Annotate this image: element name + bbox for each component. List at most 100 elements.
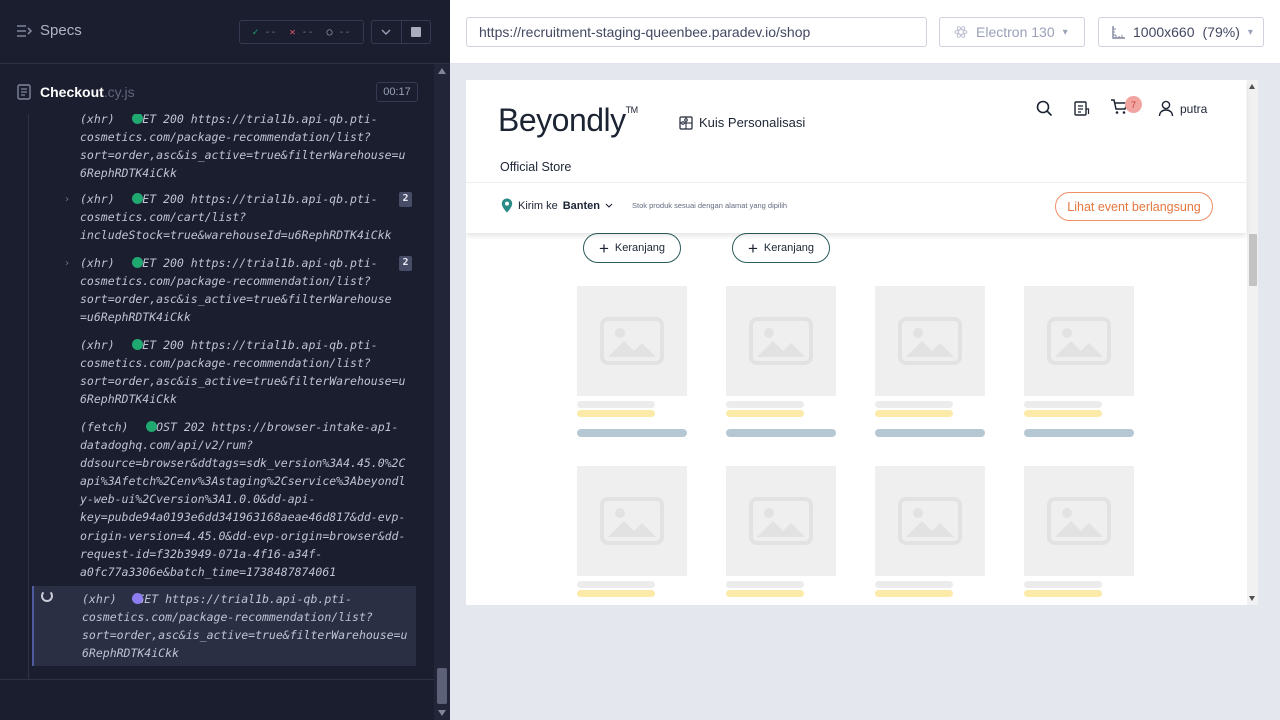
skeleton-line (875, 401, 953, 408)
product-card-skeleton (875, 466, 985, 597)
viewport-size: 1000x660 (1133, 24, 1195, 40)
log-entry[interactable]: › (xhr) GET 200 https://trial1b.api-qb.p… (32, 190, 416, 246)
skeleton-line (577, 401, 655, 408)
scroll-down-icon[interactable] (438, 710, 446, 716)
skeleton-line (726, 590, 804, 597)
runner-toolbar: Specs ✓ -- ✕ -- ○ -- (0, 0, 450, 64)
official-store-link[interactable]: Official Store (500, 160, 571, 174)
browser-selector[interactable]: Electron 130 ▾ (939, 17, 1085, 47)
loading-spinner-icon (41, 590, 53, 602)
product-card-skeleton (726, 286, 836, 437)
add-to-cart-label: Keranjang (763, 242, 815, 254)
expand-caret-icon[interactable]: › (64, 191, 70, 209)
image-placeholder-icon (875, 466, 985, 576)
image-placeholder-icon (1024, 466, 1134, 576)
status-dot-success-icon (132, 257, 143, 268)
specs-button[interactable]: Specs (16, 22, 82, 39)
image-placeholder-icon (577, 466, 687, 576)
log-entry-text: (xhr) GET 200 https://trial1b.api-qb.pti… (80, 256, 392, 325)
failed-stat: ✕ -- (289, 26, 314, 38)
log-rail (28, 114, 29, 679)
scroll-up-icon[interactable] (1249, 84, 1255, 89)
skeleton-line (875, 590, 953, 597)
quiz-link[interactable]: Kuis Personalisasi (679, 115, 805, 130)
skeleton-line (726, 410, 804, 417)
ship-prefix: Kirim ke (518, 199, 558, 212)
log-entry[interactable]: (xhr) GET 200 https://trial1b.api-qb.pti… (32, 114, 416, 180)
log-entry-pending[interactable]: (xhr) GET https://trial1b.api-qb.pti- co… (32, 586, 416, 666)
status-dot-pending-icon (132, 593, 143, 604)
add-to-cart-button[interactable]: + Keranjang (732, 233, 830, 263)
puzzle-icon (679, 115, 693, 130)
command-log: (xhr) GET 200 https://trial1b.api-qb.pti… (0, 114, 432, 679)
log-entry-text: (xhr) GET 200 https://trial1b.api-qb.pti… (80, 338, 406, 407)
chevron-down-icon: ▾ (1247, 26, 1253, 38)
scrollbar-thumb[interactable] (1249, 234, 1257, 286)
expand-caret-icon[interactable]: › (64, 255, 70, 273)
ship-region: Banten (562, 199, 601, 212)
check-icon: ✓ (252, 26, 259, 38)
stop-icon (410, 27, 421, 37)
command-log-scrollbar[interactable] (434, 64, 450, 720)
skeleton-line (875, 581, 953, 588)
image-placeholder-icon (577, 286, 687, 396)
chevron-down-icon[interactable] (372, 21, 402, 43)
pending-ring-icon: ○ (326, 26, 333, 38)
request-count-badge: 2 (399, 256, 412, 271)
spec-title[interactable]: Checkout.cy.js (40, 84, 135, 100)
shipping-note: Stok produk sesuai dengan alamat yang di… (632, 201, 788, 210)
log-entry[interactable]: (fetch) POST 202 https://browser-intake-… (32, 418, 416, 582)
product-card-skeleton (1024, 466, 1134, 597)
aut-scrollbar[interactable] (1247, 80, 1258, 605)
view-events-button[interactable]: Lihat event berlangsung (1055, 192, 1213, 221)
skeleton-line (1024, 590, 1102, 597)
add-to-cart-button[interactable]: + Keranjang (583, 233, 681, 263)
quiz-label: Kuis Personalisasi (699, 115, 806, 130)
site-header: BeyondlyTM Kuis Personalisasi 7 putra Of… (466, 80, 1246, 233)
status-dot-success-icon (146, 421, 157, 432)
skeleton-line (577, 429, 687, 437)
scroll-up-icon[interactable] (438, 68, 446, 74)
log-entry-text: (fetch) POST 202 https://browser-intake-… (80, 420, 406, 579)
brand-logo[interactable]: BeyondlyTM (498, 102, 638, 139)
skeleton-line (577, 590, 655, 597)
cypress-runner-panel: Specs ✓ -- ✕ -- ○ -- Checkout.cy.js 00:1… (0, 0, 450, 720)
url-bar[interactable]: https://recruitment-staging-queenbee.par… (466, 17, 927, 47)
shipping-location-selector[interactable]: Kirim ke Banten (501, 198, 613, 213)
viewport-zoom: (79%) (1202, 24, 1240, 40)
cart-button[interactable]: 7 (1110, 96, 1142, 119)
product-card-skeleton (726, 466, 836, 597)
stop-button[interactable] (402, 21, 431, 43)
cross-icon: ✕ (289, 26, 296, 38)
skeleton-line (1024, 429, 1134, 437)
user-menu[interactable]: putra (1158, 100, 1207, 117)
product-card-skeleton (577, 466, 687, 597)
location-pin-icon (501, 198, 513, 213)
search-icon[interactable] (1036, 100, 1053, 117)
skeleton-line (1024, 410, 1102, 417)
scroll-down-icon[interactable] (1249, 596, 1255, 601)
cart-count-badge: 7 (1125, 96, 1142, 113)
status-dot-success-icon (132, 193, 143, 204)
viewport-selector[interactable]: 1000x660 (79%) ▾ (1098, 17, 1264, 47)
request-count-badge: 2 (399, 192, 412, 207)
log-entry[interactable]: (xhr) GET 200 https://trial1b.api-qb.pti… (32, 336, 416, 410)
username: putra (1180, 101, 1208, 116)
skeleton-line (1024, 401, 1102, 408)
run-controls (371, 20, 431, 44)
scrollbar-thumb[interactable] (437, 668, 447, 704)
status-dot-success-icon (132, 339, 143, 350)
skeleton-line (875, 429, 985, 437)
product-card-skeleton (1024, 286, 1134, 437)
electron-icon (954, 26, 968, 38)
skeleton-line (577, 410, 655, 417)
chevron-down-icon (605, 203, 613, 208)
document-icon (17, 84, 31, 100)
skeleton-line (875, 410, 953, 417)
log-entry[interactable]: › (xhr) GET 200 https://trial1b.api-qb.p… (32, 254, 416, 328)
order-history-icon[interactable] (1073, 100, 1090, 117)
skeleton-line (726, 401, 804, 408)
test-stats: ✓ -- ✕ -- ○ -- (239, 20, 364, 44)
product-card-skeleton (875, 286, 985, 437)
image-placeholder-icon (875, 286, 985, 396)
